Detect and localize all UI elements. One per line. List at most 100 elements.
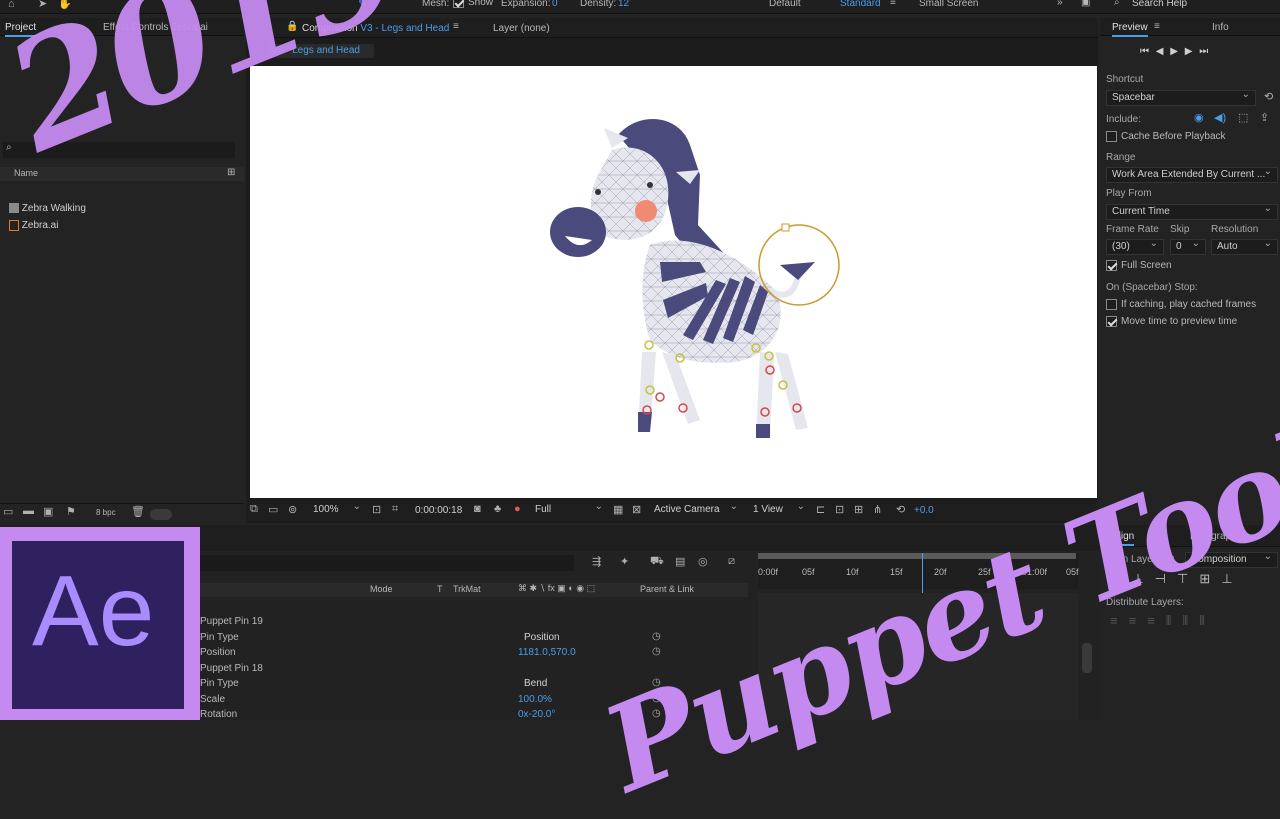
property-value[interactable]: 0x-20.0°: [518, 709, 555, 720]
resolution-dropdown[interactable]: Full: [530, 500, 608, 519]
render-icon[interactable]: ⚑: [66, 505, 76, 518]
camera-dropdown[interactable]: Active Camera: [649, 500, 743, 519]
property-value[interactable]: Position: [524, 632, 560, 643]
shy-icon[interactable]: ⛟: [650, 555, 664, 569]
include-overlays-icon[interactable]: ⬚: [1238, 111, 1248, 124]
transparency-grid-icon[interactable]: ⊠: [632, 503, 641, 516]
region-of-interest-icon[interactable]: ⌗: [392, 503, 398, 516]
reset-icon[interactable]: ⟲: [1264, 90, 1273, 103]
toggle-transparency-icon[interactable]: ▦: [613, 503, 623, 516]
toggle-pixel-aspect-icon[interactable]: ⊏: [816, 503, 825, 516]
table-row[interactable]: Pin Type Position ◷: [200, 631, 748, 646]
tab-info[interactable]: Info: [1212, 22, 1229, 33]
tab-preview[interactable]: Preview: [1112, 22, 1148, 37]
mask-visibility-icon[interactable]: ⊚: [288, 503, 297, 516]
workspace-standard[interactable]: Standard: [840, 0, 881, 9]
graph-editor-icon[interactable]: ⧄: [728, 555, 735, 568]
comp-flowchart-icon[interactable]: ✦: [620, 555, 629, 568]
panel-menu-icon[interactable]: ≡: [1154, 21, 1160, 32]
interpret-footage-icon[interactable]: ▭: [3, 505, 13, 518]
include-audio-icon[interactable]: ◀): [1214, 111, 1226, 124]
mesh-show-checkbox[interactable]: Show: [453, 0, 493, 8]
project-column-header: Name ⊞: [0, 167, 244, 181]
parent-column-header[interactable]: Parent & Link: [640, 584, 694, 594]
property-name: Rotation: [200, 709, 238, 720]
range-dropdown[interactable]: Work Area Extended By Current ...: [1106, 165, 1278, 183]
table-row[interactable]: Puppet Pin 19: [200, 615, 748, 630]
distribute-left-icon[interactable]: ⦀: [1166, 613, 1183, 628]
timecode-display[interactable]: 0:00:00:18: [415, 505, 462, 516]
play-icon[interactable]: ▶︎: [1170, 46, 1180, 57]
flowchart-icon[interactable]: ⊞: [227, 167, 235, 178]
exposure-value[interactable]: +0.0: [914, 505, 934, 516]
move-time-checkbox[interactable]: Move time to preview time: [1106, 316, 1237, 327]
resolution-dropdown[interactable]: Auto: [1211, 237, 1278, 255]
reset-exposure-icon[interactable]: ⟲: [896, 503, 905, 516]
fit-icon[interactable]: ⊡: [372, 503, 381, 516]
stopwatch-icon[interactable]: ◷: [652, 646, 661, 657]
last-frame-icon[interactable]: ⏭: [1199, 46, 1210, 57]
draft-3d-icon[interactable]: ⇶: [592, 555, 601, 568]
stopwatch-icon[interactable]: ◷: [652, 631, 661, 642]
workspace-default[interactable]: Default: [769, 0, 801, 9]
preview-resolution-value: Auto: [1217, 241, 1238, 252]
fast-previews-icon[interactable]: ⊡: [835, 503, 844, 516]
first-frame-icon[interactable]: ⏮: [1140, 46, 1151, 57]
frame-rate-dropdown[interactable]: (30): [1106, 237, 1164, 255]
channel-icon[interactable]: ●: [514, 503, 521, 515]
sync-icon[interactable]: ▣: [1081, 0, 1090, 8]
previous-frame-icon[interactable]: ◀︎: [1156, 46, 1166, 57]
switches-column-header[interactable]: ⌘ ✱ ∖ fx ▣ ◐ ◉ ⬚: [518, 583, 595, 594]
include-video-icon[interactable]: ◉: [1194, 111, 1204, 124]
next-frame-icon[interactable]: ▶︎: [1185, 46, 1195, 57]
flowchart-icon[interactable]: ⋔: [873, 503, 882, 516]
viewer-footer: ⧉ ▭ ⊚ 100% ⊡ ⌗ 0:00:00:18 ◙ ♣ ● Full ▦ ⊠…: [246, 500, 1098, 521]
frame-blending-icon[interactable]: ▤: [675, 555, 685, 568]
list-item[interactable]: Zebra Walking: [9, 203, 239, 219]
snapshot-icon[interactable]: ◙: [474, 503, 481, 515]
t-column-header[interactable]: T: [437, 584, 443, 594]
property-value[interactable]: 1181.0,570.0: [518, 647, 576, 658]
distribute-bottom-icon[interactable]: ≡: [1147, 613, 1166, 628]
trash-icon[interactable]: 🗑: [131, 505, 145, 518]
shortcut-dropdown[interactable]: Spacebar: [1106, 88, 1256, 106]
new-folder-icon[interactable]: ▬: [23, 505, 34, 517]
expansion-value[interactable]: 0: [552, 0, 558, 9]
search-help-input[interactable]: Search Help: [1132, 0, 1187, 9]
full-screen-checkbox[interactable]: Full Screen: [1106, 260, 1172, 271]
trkmat-column-header[interactable]: TrkMat: [453, 584, 481, 594]
cache-before-playback-checkbox[interactable]: Cache Before Playback: [1106, 131, 1226, 142]
motion-blur-icon[interactable]: ◎: [698, 555, 708, 568]
magnification-dropdown[interactable]: 100%: [308, 500, 366, 519]
distribute-hcenter-icon[interactable]: ⦀: [1183, 613, 1200, 628]
list-item[interactable]: Zebra.ai: [9, 220, 239, 236]
composition-viewer[interactable]: [250, 66, 1097, 498]
monitor-icon[interactable]: ▭: [268, 503, 278, 516]
if-caching-checkbox[interactable]: If caching, play cached frames: [1106, 299, 1256, 310]
layer-search-input[interactable]: [200, 555, 574, 571]
panel-menu-icon[interactable]: ≡: [453, 21, 459, 32]
home-icon[interactable]: ⌂: [8, 0, 15, 10]
skip-dropdown[interactable]: 0: [1170, 237, 1206, 255]
workspace-small-screen[interactable]: Small Screen: [919, 0, 978, 9]
tab-layer[interactable]: Layer (none): [493, 23, 550, 34]
show-snapshot-icon[interactable]: ♣: [494, 503, 501, 515]
name-column-header[interactable]: Name: [14, 168, 38, 178]
mode-column-header[interactable]: Mode: [370, 584, 393, 594]
views-value: 1 View: [753, 504, 783, 515]
views-dropdown[interactable]: 1 View: [748, 500, 810, 519]
chevron-more-icon[interactable]: »: [1057, 0, 1063, 8]
density-value[interactable]: 12: [618, 0, 629, 9]
always-preview-icon[interactable]: ⧉: [250, 503, 258, 516]
bpc-label[interactable]: 8 bpc: [96, 508, 116, 517]
timeline-scrollbar[interactable]: [1082, 643, 1092, 673]
distribute-right-icon[interactable]: ⦀: [1199, 613, 1216, 628]
workspace-menu-icon[interactable]: ≡: [890, 0, 896, 8]
play-from-dropdown[interactable]: Current Time: [1106, 202, 1278, 220]
property-value[interactable]: Bend: [524, 678, 547, 689]
thumbnail-toggle[interactable]: [150, 509, 172, 520]
timeline-icon[interactable]: ⊞: [854, 503, 863, 516]
include-layer-controls-icon[interactable]: ⇪: [1260, 111, 1269, 124]
new-composition-icon[interactable]: ▣: [43, 505, 53, 518]
property-value[interactable]: 100.0%: [518, 694, 552, 705]
